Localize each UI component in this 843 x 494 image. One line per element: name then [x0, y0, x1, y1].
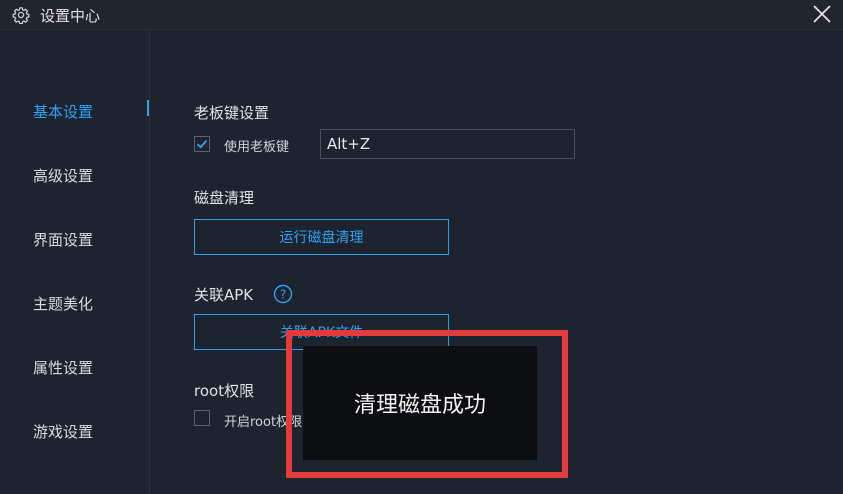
boss-key-checkbox[interactable]	[194, 136, 210, 152]
sidebar-item-basic-settings[interactable]: 基本设置	[33, 101, 93, 122]
sidebar-item-interface-settings[interactable]: 界面设置	[33, 229, 93, 250]
sidebar-item-advanced-settings[interactable]: 高级设置	[33, 165, 93, 186]
settings-gear-icon	[12, 7, 30, 24]
checkmark-icon	[196, 140, 208, 149]
run-disk-clean-button[interactable]: 运行磁盘清理	[194, 219, 449, 255]
close-icon[interactable]	[811, 3, 833, 25]
root-permission-checkbox[interactable]	[194, 410, 210, 426]
associate-apk-button[interactable]: 关联APK文件	[194, 314, 449, 350]
svg-text:?: ?	[280, 287, 286, 301]
title-bar: 设置中心	[0, 0, 843, 30]
boss-key-checkbox-label: 使用老板键	[224, 140, 290, 155]
boss-key-section-title: 老板键设置	[194, 104, 270, 122]
sidebar-item-property-settings[interactable]: 属性设置	[33, 357, 93, 378]
settings-sidebar: 基本设置 高级设置 界面设置 主题美化 属性设置 游戏设置	[0, 30, 150, 494]
sidebar-item-theme-beautify[interactable]: 主题美化	[33, 293, 93, 314]
boss-key-input[interactable]	[320, 129, 575, 159]
disk-clean-section-title: 磁盘清理	[194, 189, 255, 207]
root-section-title: root权限	[194, 382, 255, 400]
help-question-icon[interactable]: ?	[273, 284, 293, 304]
sidebar-item-game-settings[interactable]: 游戏设置	[33, 421, 93, 442]
settings-window: 设置中心 基本设置 高级设置 界面设置 主题美化 属性设置 游戏设置 老板键设置…	[0, 0, 843, 494]
toast-message: 清理磁盘成功	[303, 346, 537, 460]
window-title: 设置中心	[40, 7, 101, 25]
active-tab-indicator	[147, 100, 149, 116]
apk-section-title: 关联APK	[194, 286, 254, 304]
root-permission-checkbox-label: 开启root权限	[224, 415, 303, 430]
